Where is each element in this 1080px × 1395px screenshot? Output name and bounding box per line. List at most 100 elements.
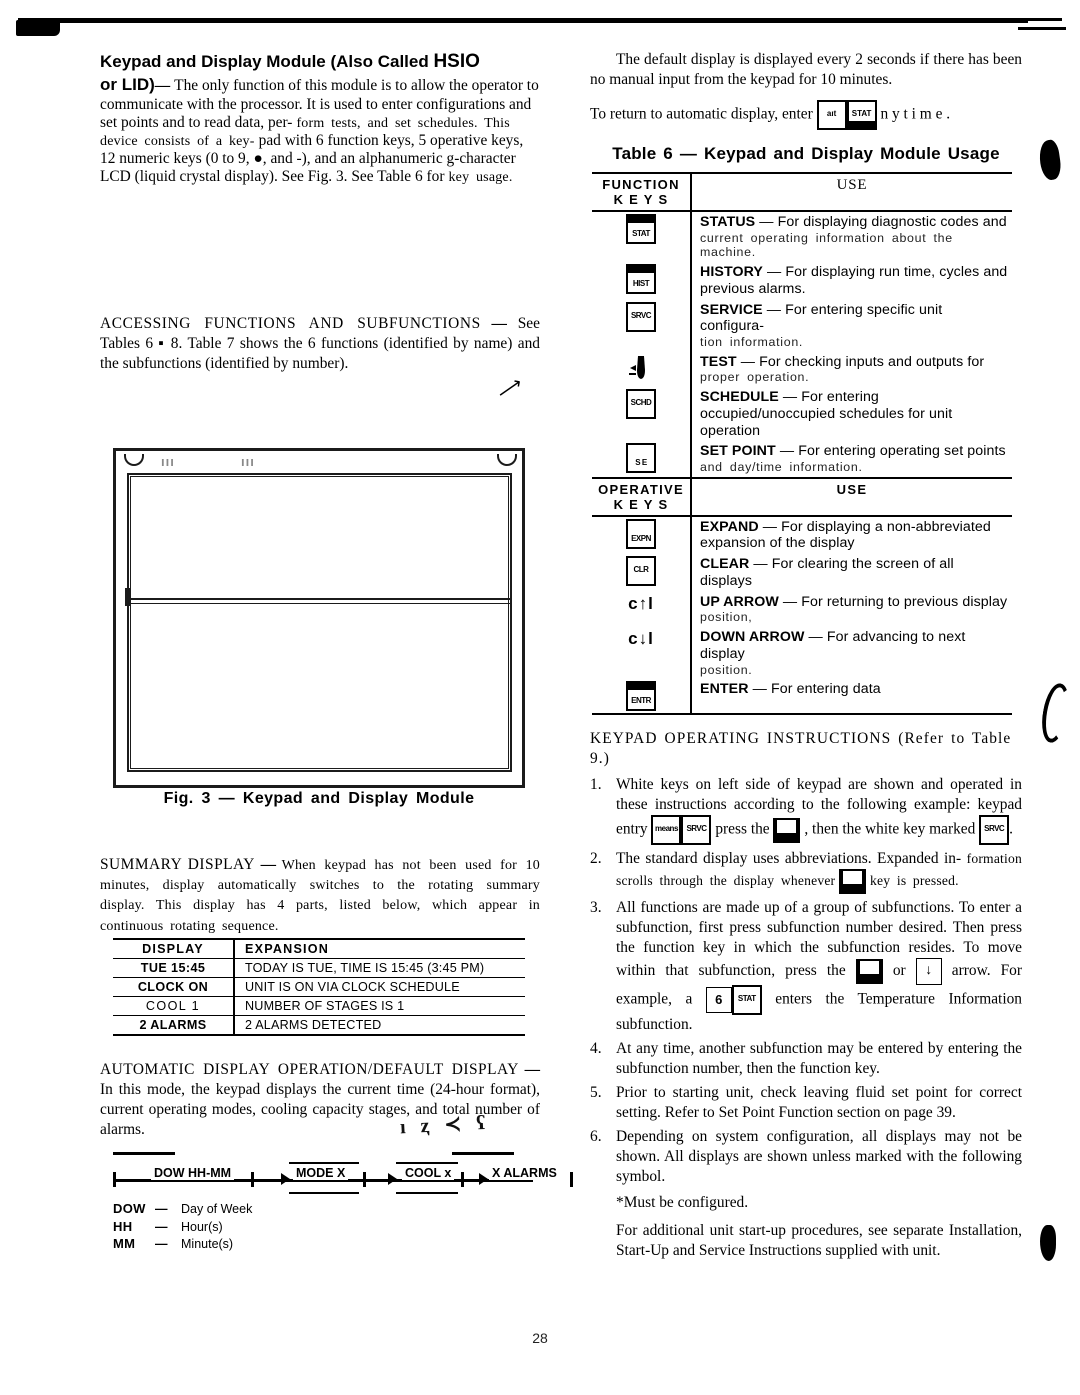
- step-text-c: , then the white key marked: [804, 820, 976, 838]
- list-item: 4. At any time, another subfunction may …: [590, 1039, 1022, 1079]
- key-dash: —: [766, 301, 782, 318]
- key-title: CLEAR: [700, 556, 750, 573]
- header-rule-right: [1018, 27, 1066, 30]
- legend-meaning: Hour(s): [181, 1219, 223, 1234]
- legend-meaning: Minute(s): [181, 1237, 234, 1251]
- key-title: STATUS: [700, 214, 756, 231]
- summary-display-value: CLOCK ON: [113, 977, 234, 997]
- key-title: SET POINT: [700, 443, 776, 460]
- step-number: 2.: [590, 850, 602, 868]
- means-key-icon: means: [651, 815, 682, 846]
- srvc-key-label: SRVC: [984, 824, 1005, 834]
- scan-artifact-right-lower: [1040, 1225, 1056, 1261]
- down-arrow-key-icon: [915, 958, 942, 986]
- srvc-key-icon: SRVC: [626, 301, 656, 332]
- heading-text-hsio: HSIO: [433, 51, 480, 72]
- heading-text-part1: Keypad and Display Module (Also Called: [100, 52, 434, 71]
- function-keys-header: FUNCTION K E Y S: [592, 172, 692, 213]
- srvc-key-label: SRVC: [686, 824, 707, 834]
- stat-key-label: STAT: [851, 109, 872, 119]
- key-description-sub: position.: [700, 662, 753, 677]
- up-arrow-key-icon: c↑l: [628, 593, 654, 613]
- summary-expansion-value: TODAY IS TUE, TIME IS 15:45 (3:45 PM): [233, 958, 525, 978]
- use-header-operative: USE: [691, 476, 1012, 517]
- table-row: c↓l DOWN ARROW — For advancing to next d…: [592, 627, 1012, 680]
- default-display-paragraph: The default display is displayed every 2…: [590, 51, 1022, 89]
- page-number: 28: [532, 1330, 548, 1346]
- table-row: CLR CLEAR — For clearing the screen of a…: [592, 554, 1012, 592]
- instructions-heading: KEYPAD OPERATING INSTRUCTIONS (Refer to …: [590, 730, 1012, 768]
- operative-keys-header-line2: K E Y S: [613, 496, 669, 512]
- figure-keypad-display-module: ııı ııı: [113, 448, 525, 788]
- table-row: SCHD SCHEDULE — For entering occupied/un…: [592, 387, 1012, 442]
- step-number: 4.: [590, 1040, 602, 1058]
- key-dash: —: [740, 353, 756, 370]
- expand-key-icon: EXPN: [626, 518, 656, 549]
- summary-display-value: COOL 1: [113, 996, 234, 1016]
- key-dash: —: [782, 389, 798, 406]
- heading-dash: —: [154, 77, 171, 95]
- automatic-display-heading: AUTOMATIC DISPLAY OPERATION/DEFAULT DISP…: [100, 1061, 519, 1078]
- hist-key-label: HIST: [632, 279, 650, 289]
- key-description: For returning to previous display: [801, 593, 1008, 610]
- expand-bigkey-icon: [773, 817, 801, 843]
- stat-key-label: STAT: [737, 994, 756, 1004]
- figure-caption: Fig. 3 — Keypad and Display Module: [163, 790, 475, 807]
- table-row: 2 ALARMS 2 ALARMS DETECTED: [113, 1015, 525, 1036]
- figure-smudge-left: ııı: [161, 454, 175, 469]
- list-item: 6. Depending on system configuration, al…: [590, 1127, 1022, 1261]
- step-footer: For additional unit start-up procedures,…: [616, 1222, 1022, 1260]
- legend-dash: —: [155, 1202, 168, 1216]
- figure-divider-secondary: [127, 603, 512, 604]
- summary-expansion-value: UNIT IS ON VIA CLOCK SCHEDULE: [233, 977, 525, 997]
- heading-text-part2: or LID): [100, 75, 155, 95]
- schd-key-icon: SCHD: [626, 389, 656, 420]
- flow-overbar-cool: [396, 1162, 458, 1165]
- key-description: For entering data: [770, 681, 881, 698]
- default-display-flow-diagram: DOW HH-MM MODE X COOL x X ALARMS: [113, 1162, 573, 1196]
- legend-dash: —: [155, 1219, 168, 1234]
- step-number: 1.: [590, 776, 602, 794]
- scan-artifact-right-upper: [1037, 138, 1063, 182]
- flow-box-alarms: X ALARMS: [489, 1166, 560, 1180]
- operative-keys-header: OPERATIVE K E Y S: [592, 476, 692, 517]
- key-dash: —: [767, 264, 782, 281]
- srvc-key-icon: SRVC: [979, 815, 1010, 846]
- keypad-operating-instructions: KEYPAD OPERATING INSTRUCTIONS (Refer to …: [590, 729, 1022, 1261]
- list-item: 2. The standard display uses abbreviatio…: [590, 849, 1022, 895]
- step-text: At any time, another subfunction may be …: [616, 1040, 1022, 1078]
- expand-bigkey-icon: [839, 869, 867, 895]
- return-to-auto-suffix: n y t i m e .: [880, 105, 951, 123]
- key-cell: [592, 351, 692, 388]
- figure-smudge-right: ııı: [241, 454, 255, 469]
- key-dash: —: [782, 593, 798, 610]
- stat-key-icon: STAT: [846, 100, 877, 131]
- table-row: ENTR ENTER — For entering data: [592, 679, 1012, 715]
- flow-tick-start: [113, 1172, 116, 1187]
- key-description-sub: proper operation.: [700, 370, 810, 385]
- legend-item: HH — Hour(s): [113, 1218, 252, 1236]
- up-arrow-bigkey-icon: [855, 959, 883, 985]
- key-title: HISTORY: [700, 264, 763, 281]
- key-dash: —: [759, 214, 774, 231]
- flow-arrow-1: [281, 1173, 290, 1185]
- accessing-functions-paragraph: ACCESSING FUNCTIONS AND SUBFUNCTIONS — S…: [100, 315, 540, 373]
- figure-panel-inner-border: [130, 476, 509, 769]
- summary-display-value: TUE 15:45: [113, 958, 234, 978]
- key-cell: S E: [592, 441, 692, 478]
- step-text: Prior to starting unit, check leaving fl…: [616, 1084, 1022, 1122]
- alt-key-label: aıt: [826, 109, 837, 119]
- scan-artifact-top-left: [16, 20, 60, 36]
- clear-key-icon: CLR: [626, 556, 656, 587]
- summary-header-display: DISPLAY: [113, 938, 234, 959]
- use-cell: STATUS — For displaying diagnostic codes…: [691, 211, 1012, 262]
- legend-meaning: Day of Week: [181, 1202, 253, 1216]
- table-6-keypad-usage: FUNCTION K E Y S USE STAT STATUS — For d…: [592, 172, 1012, 717]
- numeric-key-6-icon: 6: [705, 987, 732, 1014]
- key-title: DOWN ARROW: [700, 629, 805, 646]
- table-row: SRVC SERVICE — For entering specific uni…: [592, 299, 1012, 352]
- key-description: For checking inputs and outputs for: [759, 353, 985, 370]
- scan-artifact-right-middle: [1037, 681, 1074, 745]
- operative-keys-header-line1: OPERATIVE: [598, 481, 684, 497]
- instruction-steps: 1. White keys on left side of keypad are…: [590, 775, 1022, 1261]
